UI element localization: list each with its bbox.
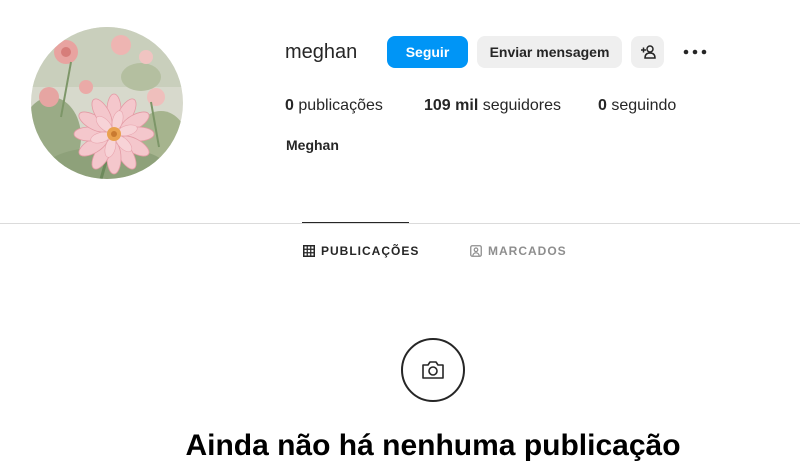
more-options-icon [683,49,707,55]
tagged-person-icon [470,245,482,257]
empty-state-camera [401,338,465,402]
profile-username: meghan [285,41,358,63]
posts-label: publicações [298,97,383,114]
tab-posts[interactable]: PUBLICAÇÕES [303,243,419,259]
active-tab-indicator [302,222,409,223]
avatar[interactable] [31,27,183,179]
grid-icon [303,245,315,257]
camera-icon [422,361,444,379]
profile-page: meghan Seguir Enviar mensagem 0 publicaç… [0,0,800,474]
posts-stat: 0 publicações [285,96,383,116]
tab-posts-label: PUBLICAÇÕES [321,244,420,258]
send-message-button[interactable]: Enviar mensagem [477,36,622,68]
tabs-divider [0,223,800,224]
flower-photo-avatar-icon [31,27,183,179]
empty-state-title: Ainda não há nenhuma publicação [185,429,681,462]
following-label: seguindo [611,97,677,114]
follow-button[interactable]: Seguir [387,36,468,68]
profile-full-name: Meghan [286,137,339,153]
following-stat[interactable]: 0 seguindo [598,96,676,116]
followers-count: 109 mil [424,97,479,114]
suggest-accounts-button[interactable] [631,36,664,68]
followers-stat[interactable]: 109 mil seguidores [424,96,561,116]
tab-tagged[interactable]: MARCADOS [470,243,567,259]
more-options-button[interactable] [680,38,710,66]
followers-label: seguidores [482,97,561,114]
person-add-icon [640,45,656,59]
following-count: 0 [598,97,607,114]
tab-tagged-label: MARCADOS [488,244,567,258]
posts-count: 0 [285,97,294,114]
